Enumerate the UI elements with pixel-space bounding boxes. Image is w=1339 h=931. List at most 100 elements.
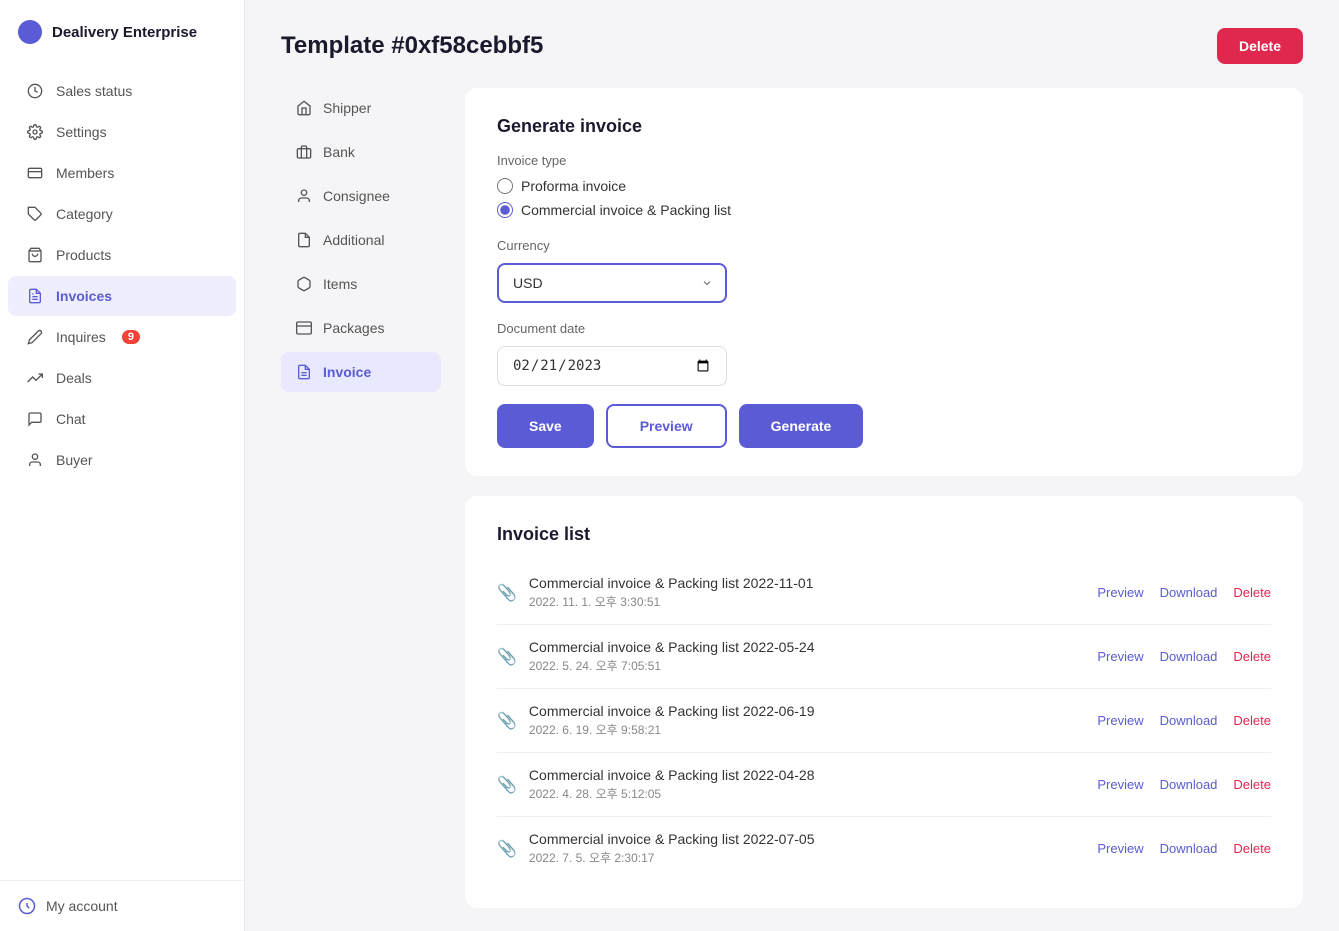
pencil-icon <box>26 328 44 346</box>
nav-list: Sales status Settings Members Category <box>0 62 244 880</box>
sidebar-label-inquires: Inquires <box>56 329 106 345</box>
page-title: Template #0xf58cebbf5 <box>281 32 543 60</box>
tag-icon <box>26 205 44 223</box>
invoice-item-left: 📎 Commercial invoice & Packing list 2022… <box>497 703 815 738</box>
sidebar-label-sales-status: Sales status <box>56 83 132 99</box>
radio-commercial[interactable]: Commercial invoice & Packing list <box>497 202 1271 218</box>
brand-name: Dealivery Enterprise <box>52 24 197 41</box>
sidebar-item-products[interactable]: Products <box>8 235 236 275</box>
invoice-item-name: Commercial invoice & Packing list 2022-0… <box>529 639 815 655</box>
my-account-label: My account <box>46 898 118 914</box>
sidebar-item-category[interactable]: Category <box>8 194 236 234</box>
attachment-icon: 📎 <box>497 583 517 603</box>
action-buttons: Save Preview Generate <box>497 404 1271 448</box>
invoice-list-card: Invoice list 📎 Commercial invoice & Pack… <box>465 496 1303 908</box>
invoice-item-date: 2022. 4. 28. 오후 5:12:05 <box>529 785 815 802</box>
brand-area[interactable]: Dealivery Enterprise <box>0 0 244 62</box>
my-account-item[interactable]: My account <box>0 880 244 931</box>
sidebar-item-inquires[interactable]: Inquires 9 <box>8 317 236 357</box>
sidebar-item-invoices[interactable]: Invoices <box>8 276 236 316</box>
invoice-item-name: Commercial invoice & Packing list 2022-0… <box>529 703 815 719</box>
left-nav-invoice[interactable]: Invoice <box>281 352 441 392</box>
account-icon <box>18 897 36 915</box>
sidebar-label-chat: Chat <box>56 411 86 427</box>
invoice-download-link[interactable]: Download <box>1160 585 1218 600</box>
invoice-item-name: Commercial invoice & Packing list 2022-0… <box>529 767 815 783</box>
invoice-list-title: Invoice list <box>497 524 1271 545</box>
delete-template-button[interactable]: Delete <box>1217 28 1303 64</box>
sidebar-item-members[interactable]: Members <box>8 153 236 193</box>
radio-commercial-input[interactable] <box>497 202 513 218</box>
radio-proforma-input[interactable] <box>497 178 513 194</box>
left-nav-additional[interactable]: Additional <box>281 220 441 260</box>
sidebar-item-buyer[interactable]: Buyer <box>8 440 236 480</box>
invoice-preview-link[interactable]: Preview <box>1097 841 1143 856</box>
invoice-list-container: 📎 Commercial invoice & Packing list 2022… <box>497 561 1271 880</box>
preview-button[interactable]: Preview <box>606 404 727 448</box>
content-area: Shipper Bank Consignee Additional <box>281 88 1303 908</box>
document-date-group: Document date <box>497 321 1271 386</box>
left-nav-consignee[interactable]: Consignee <box>281 176 441 216</box>
invoice-item-date: 2022. 6. 19. 오후 9:58:21 <box>529 721 815 738</box>
radio-proforma[interactable]: Proforma invoice <box>497 178 1271 194</box>
left-nav: Shipper Bank Consignee Additional <box>281 88 441 908</box>
sidebar-item-deals[interactable]: Deals <box>8 358 236 398</box>
invoice-item-actions: Preview Download Delete <box>1097 713 1271 728</box>
right-panel: Generate invoice Invoice type Proforma i… <box>465 88 1303 908</box>
attachment-icon: 📎 <box>497 711 517 731</box>
buyer-icon <box>26 451 44 469</box>
sidebar-item-sales-status[interactable]: Sales status <box>8 71 236 111</box>
invoice-download-link[interactable]: Download <box>1160 777 1218 792</box>
invoice-preview-link[interactable]: Preview <box>1097 777 1143 792</box>
invoice-item-left: 📎 Commercial invoice & Packing list 2022… <box>497 575 813 610</box>
invoice-item-actions: Preview Download Delete <box>1097 585 1271 600</box>
currency-label: Currency <box>497 238 1271 253</box>
left-nav-packages[interactable]: Packages <box>281 308 441 348</box>
invoice-item-info: Commercial invoice & Packing list 2022-0… <box>529 639 815 674</box>
invoice-delete-link[interactable]: Delete <box>1233 713 1271 728</box>
chat-icon <box>26 410 44 428</box>
home-icon <box>295 99 313 117</box>
invoice-delete-link[interactable]: Delete <box>1233 649 1271 664</box>
invoice-delete-link[interactable]: Delete <box>1233 585 1271 600</box>
left-nav-consignee-label: Consignee <box>323 188 390 204</box>
generate-button[interactable]: Generate <box>739 404 864 448</box>
invoice-item-name: Commercial invoice & Packing list 2022-0… <box>529 831 815 847</box>
generate-invoice-card: Generate invoice Invoice type Proforma i… <box>465 88 1303 476</box>
left-nav-shipper[interactable]: Shipper <box>281 88 441 128</box>
invoice-item-date: 2022. 11. 1. 오후 3:30:51 <box>529 593 814 610</box>
left-nav-bank-label: Bank <box>323 144 355 160</box>
invoice-item-info: Commercial invoice & Packing list 2022-0… <box>529 767 815 802</box>
invoice-nav-icon <box>295 363 313 381</box>
invoice-download-link[interactable]: Download <box>1160 649 1218 664</box>
sidebar-label-deals: Deals <box>56 370 92 386</box>
invoice-preview-link[interactable]: Preview <box>1097 713 1143 728</box>
invoice-item-left: 📎 Commercial invoice & Packing list 2022… <box>497 639 815 674</box>
invoice-preview-link[interactable]: Preview <box>1097 649 1143 664</box>
document-date-input[interactable] <box>497 346 727 386</box>
currency-select[interactable]: USD EUR KRW JPY <box>497 263 727 303</box>
sidebar-label-buyer: Buyer <box>56 452 93 468</box>
members-icon <box>26 164 44 182</box>
invoice-item-date: 2022. 7. 5. 오후 2:30:17 <box>529 849 815 866</box>
left-nav-items[interactable]: Items <box>281 264 441 304</box>
invoice-preview-link[interactable]: Preview <box>1097 585 1143 600</box>
save-button[interactable]: Save <box>497 404 594 448</box>
top-bar: Template #0xf58cebbf5 Delete <box>281 28 1303 64</box>
invoice-item-name: Commercial invoice & Packing list 2022-1… <box>529 575 814 591</box>
invoice-delete-link[interactable]: Delete <box>1233 777 1271 792</box>
invoice-icon <box>26 287 44 305</box>
sidebar-item-chat[interactable]: Chat <box>8 399 236 439</box>
chart-icon <box>26 82 44 100</box>
currency-group: Currency USD EUR KRW JPY <box>497 238 1271 303</box>
sidebar-item-settings[interactable]: Settings <box>8 112 236 152</box>
invoice-list-item: 📎 Commercial invoice & Packing list 2022… <box>497 753 1271 817</box>
invoice-download-link[interactable]: Download <box>1160 713 1218 728</box>
sidebar-label-settings: Settings <box>56 124 107 140</box>
attachment-icon: 📎 <box>497 839 517 859</box>
invoice-download-link[interactable]: Download <box>1160 841 1218 856</box>
inquires-badge: 9 <box>122 330 140 344</box>
left-nav-bank[interactable]: Bank <box>281 132 441 172</box>
invoice-list-item: 📎 Commercial invoice & Packing list 2022… <box>497 689 1271 753</box>
invoice-delete-link[interactable]: Delete <box>1233 841 1271 856</box>
